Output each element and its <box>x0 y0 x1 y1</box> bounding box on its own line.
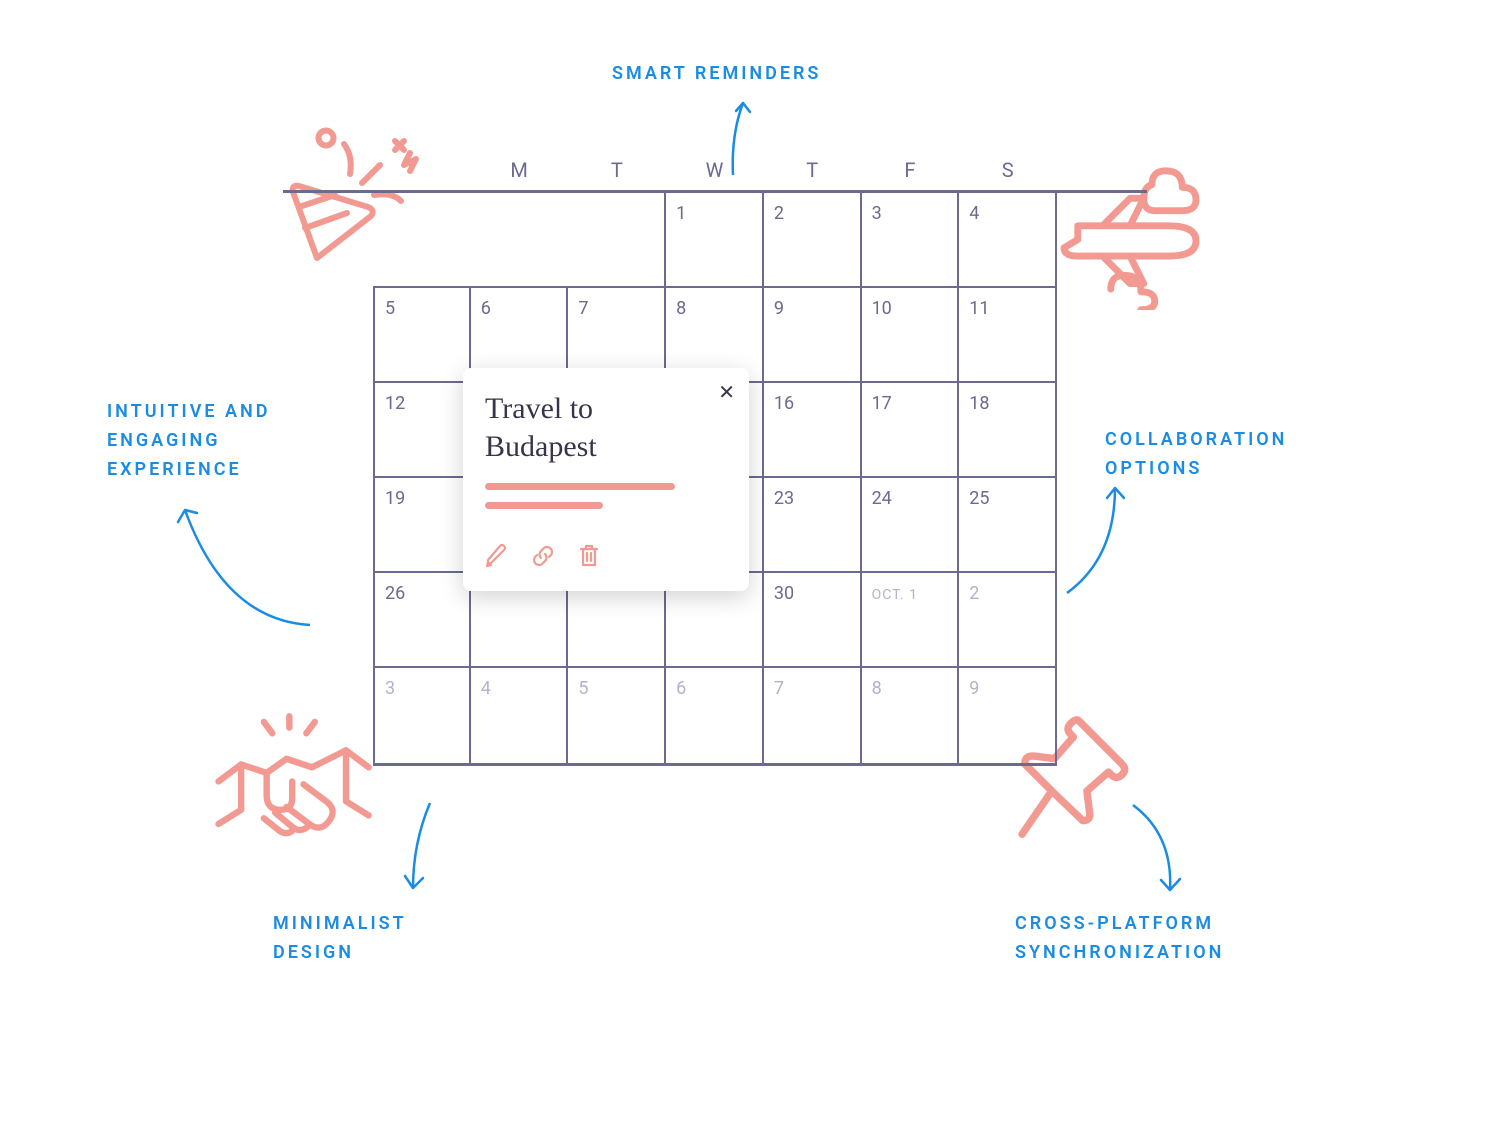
label-collaboration: COLLABORATION OPTIONS <box>1105 426 1287 484</box>
calendar-cell[interactable]: 18 <box>959 383 1057 476</box>
day-header: T <box>764 140 862 190</box>
calendar-cell[interactable]: 30 <box>764 573 862 666</box>
day-header <box>373 140 471 190</box>
calendar-week: 3 4 5 6 7 8 9 <box>373 668 1057 763</box>
calendar-cell[interactable]: 2 <box>764 193 862 286</box>
calendar-cell[interactable]: 24 <box>862 478 960 571</box>
calendar-cell[interactable]: 19 <box>373 478 471 571</box>
calendar-cell-empty <box>471 193 569 286</box>
calendar-cell[interactable]: 17 <box>862 383 960 476</box>
calendar-day-headers: M T W T F S <box>373 140 1057 190</box>
label-minimal-l1: MINIMALIST <box>273 913 407 934</box>
arrow-minimalist <box>395 798 450 898</box>
calendar-cell[interactable]: 3 <box>373 668 471 763</box>
label-minimal-l2: DESIGN <box>273 942 354 963</box>
calendar-cell[interactable]: 5 <box>373 288 471 381</box>
calendar-cell[interactable]: 10 <box>862 288 960 381</box>
link-icon <box>531 544 555 568</box>
calendar-cell[interactable]: 3 <box>862 193 960 286</box>
label-collab-l1: COLLABORATION <box>1105 429 1287 450</box>
label-collab-l2: OPTIONS <box>1105 458 1202 479</box>
calendar-cell[interactable]: 2 <box>959 573 1057 666</box>
label-minimalist: MINIMALIST DESIGN <box>273 910 407 968</box>
event-detail-placeholder <box>485 483 675 490</box>
label-smart-reminders: SMART REMINDERS <box>612 60 821 89</box>
close-button[interactable]: ✕ <box>718 380 735 404</box>
label-cross-l1: CROSS-PLATFORM <box>1015 913 1214 934</box>
day-header: F <box>862 140 960 190</box>
calendar-cell[interactable]: 6 <box>666 668 764 763</box>
link-button[interactable] <box>531 544 555 572</box>
calendar-cell-empty <box>373 193 471 286</box>
pencil-icon <box>485 544 509 568</box>
trash-icon <box>577 543 601 569</box>
edit-button[interactable] <box>485 544 509 572</box>
handshake-icon <box>210 710 380 864</box>
calendar-cell[interactable]: 9 <box>764 288 862 381</box>
calendar-cell[interactable]: 26 <box>373 573 471 666</box>
arrow-collaboration <box>1057 478 1147 598</box>
calendar-cell[interactable]: 5 <box>568 668 666 763</box>
day-header: M <box>471 140 569 190</box>
label-cross-platform: CROSS-PLATFORM SYNCHRONIZATION <box>1015 910 1224 968</box>
calendar-cell[interactable]: 4 <box>959 193 1057 286</box>
day-header: T <box>568 140 666 190</box>
label-intuitive-l3: EXPERIENCE <box>107 459 242 480</box>
event-popup: ✕ Travel to Budapest <box>463 368 749 591</box>
day-header: W <box>666 140 764 190</box>
calendar-cell[interactable]: 23 <box>764 478 862 571</box>
event-detail-placeholder <box>485 502 603 509</box>
calendar-cell[interactable]: 7 <box>764 668 862 763</box>
calendar-cell[interactable]: 8 <box>862 668 960 763</box>
label-cross-l2: SYNCHRONIZATION <box>1015 942 1224 963</box>
label-intuitive: INTUITIVE AND ENGAGING EXPERIENCE <box>107 398 271 484</box>
calendar-cell[interactable]: 16 <box>764 383 862 476</box>
calendar-cell-empty <box>568 193 666 286</box>
day-header: S <box>959 140 1057 190</box>
calendar-cell[interactable]: 25 <box>959 478 1057 571</box>
plane-clouds-icon <box>1053 165 1218 314</box>
calendar-cell[interactable]: 9 <box>959 668 1057 763</box>
label-intuitive-l1: INTUITIVE AND <box>107 401 271 422</box>
label-intuitive-l2: ENGAGING <box>107 430 220 451</box>
arrow-intuitive <box>155 480 315 640</box>
calendar-cell-label: OCT. 1 <box>872 587 918 603</box>
diagram-stage: SMART REMINDERS INTUITIVE AND ENGAGING E… <box>85 40 1415 1040</box>
calendar-cell[interactable]: 12 <box>373 383 471 476</box>
event-actions <box>485 543 727 573</box>
event-title: Travel to Budapest <box>485 390 685 465</box>
calendar-cell[interactable]: 4 <box>471 668 569 763</box>
calendar-cell[interactable]: 1 <box>666 193 764 286</box>
close-icon: ✕ <box>718 380 735 404</box>
calendar-cell[interactable]: 11 <box>959 288 1057 381</box>
calendar-cell[interactable]: OCT. 1 <box>862 573 960 666</box>
delete-button[interactable] <box>577 543 601 573</box>
calendar-week: 1 2 3 4 <box>373 193 1057 288</box>
